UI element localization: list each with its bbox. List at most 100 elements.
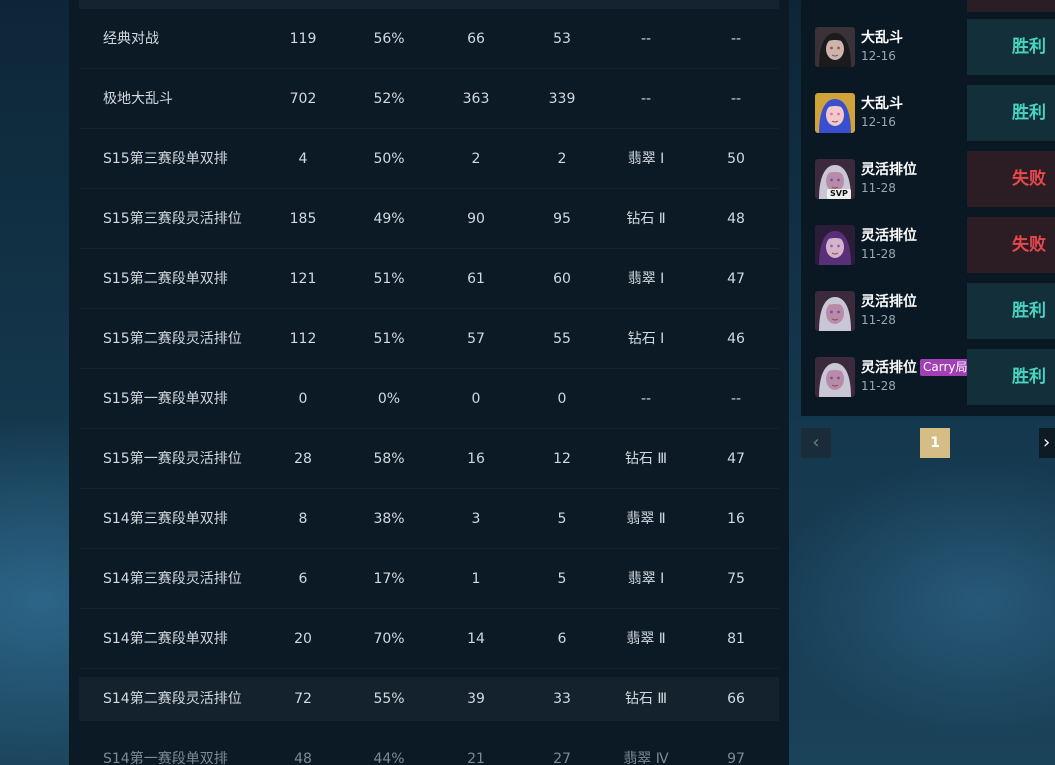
table-row[interactable]: S14第二赛段单双排 20 70% 14 6 翡翠 Ⅱ 81 — [79, 609, 779, 669]
match-date: 11-28 — [861, 313, 896, 327]
league-points-cell: 50 — [727, 151, 745, 167]
total-games-cell: 0 — [298, 391, 308, 407]
league-points-cell: 48 — [727, 211, 745, 227]
mode-name-cell: S15第三赛段单双排 — [103, 151, 228, 167]
match-result-label: 胜利 — [1012, 301, 1046, 321]
table-row[interactable]: S15第一赛段灵活排位 28 58% 16 12 钻石 Ⅲ 47 — [79, 429, 779, 489]
table-row[interactable]: S15第二赛段单双排 121 51% 61 60 翡翠 Ⅰ 47 — [79, 249, 779, 309]
mode-stats-panel: 经典对战 119 56% 66 53 -- -- 极地大乱斗 702 52% 363 339 -- -- S… — [69, 0, 789, 765]
league-points-cell: 66 — [727, 691, 745, 707]
carry-badge: Carry局 — [920, 359, 971, 376]
mode-name-cell: S14第一赛段单双排 — [103, 751, 228, 765]
wins-cell: 14 — [467, 631, 485, 647]
total-games-cell: 702 — [289, 91, 317, 107]
losses-cell: 27 — [553, 751, 571, 765]
match-mode: 灵活排位 — [861, 225, 917, 245]
win-rate-cell: 38% — [373, 511, 405, 527]
pagination: ‹ 1 › — [801, 428, 1055, 458]
match-result-badge: 失败 — [967, 217, 1055, 273]
wins-cell: 66 — [467, 31, 485, 47]
league-points-cell: -- — [730, 31, 742, 47]
match-result-badge: 失败 — [967, 151, 1055, 207]
league-points-cell: 46 — [727, 331, 745, 347]
match-mode: 大乱斗 — [861, 93, 903, 113]
match-list-item[interactable]: SVP 灵活排位 11-28 失败 — [801, 151, 1055, 207]
table-row[interactable]: S15第三赛段灵活排位 185 49% 90 95 钻石 Ⅱ 48 — [79, 189, 779, 249]
rank-tier-cell: 翡翠 Ⅰ — [627, 271, 665, 287]
match-date: 12-16 — [861, 115, 896, 129]
total-games-cell: 4 — [298, 151, 308, 167]
match-result-badge: 胜利 — [967, 283, 1055, 339]
table-row[interactable]: S14第三赛段灵活排位 6 17% 1 5 翡翠 Ⅰ 75 — [79, 549, 779, 609]
match-list-item[interactable]: 灵活排位 11-28 胜利 — [801, 283, 1055, 339]
losses-cell: 95 — [553, 211, 571, 227]
total-games-cell: 48 — [294, 751, 312, 765]
rank-tier-cell: 翡翠 Ⅳ — [623, 751, 669, 765]
match-result-badge: 胜利 — [967, 85, 1055, 141]
mode-name-cell: S15第三赛段灵活排位 — [103, 211, 242, 227]
match-result-badge: 胜利 — [967, 349, 1055, 405]
match-list-item[interactable]: 灵活排位 Carry局 11-28 胜利 — [801, 349, 1055, 405]
match-mode-label: 大乱斗 — [861, 96, 903, 112]
rank-tier-cell: -- — [640, 31, 652, 47]
league-points-cell: 47 — [727, 451, 745, 467]
win-rate-cell: 44% — [373, 751, 405, 765]
wins-cell: 1 — [471, 571, 481, 587]
wins-cell: 57 — [467, 331, 485, 347]
rank-tier-cell: 翡翠 Ⅰ — [627, 571, 665, 587]
match-list-item[interactable]: 大乱斗 12-16 胜利 — [801, 19, 1055, 75]
match-history-panel: 大乱斗 12-16 胜利 大乱斗 12-16 胜利 SVP 灵活排位 11-28 失败 灵活排位 11… — [801, 0, 1055, 416]
page-number-current[interactable]: 1 — [920, 428, 950, 458]
league-points-cell: 81 — [727, 631, 745, 647]
mode-name-cell: S14第三赛段单双排 — [103, 511, 228, 527]
league-points-cell: 75 — [727, 571, 745, 587]
table-row[interactable]: S14第三赛段单双排 8 38% 3 5 翡翠 Ⅱ 16 — [79, 489, 779, 549]
mode-name-cell: S14第三赛段灵活排位 — [103, 571, 242, 587]
losses-cell: 53 — [553, 31, 571, 47]
table-row[interactable]: S14第一赛段单双排 48 44% 21 27 翡翠 Ⅳ 97 — [79, 729, 779, 765]
match-date: 11-28 — [861, 181, 896, 195]
win-rate-cell: 51% — [373, 271, 405, 287]
rank-tier-cell: 钻石 Ⅱ — [626, 211, 666, 227]
losses-cell: 33 — [553, 691, 571, 707]
total-games-cell: 72 — [294, 691, 312, 707]
match-mode-label: 灵活排位 — [861, 162, 917, 178]
rank-tier-cell: 翡翠 Ⅰ — [627, 151, 665, 167]
wins-cell: 363 — [462, 91, 490, 107]
table-row[interactable]: 经典对战 119 56% 66 53 -- -- — [79, 9, 779, 69]
chevron-right-icon[interactable]: › — [1039, 428, 1055, 458]
table-row[interactable]: S15第一赛段单双排 0 0% 0 0 -- -- — [79, 369, 779, 429]
wins-cell: 3 — [471, 511, 481, 527]
win-rate-cell: 58% — [373, 451, 405, 467]
total-games-cell: 6 — [298, 571, 308, 587]
table-row[interactable]: S14第二赛段灵活排位 72 55% 39 33 钻石 Ⅲ 66 — [79, 677, 779, 721]
match-result-label: 失败 — [1012, 169, 1046, 189]
losses-cell: 339 — [548, 91, 576, 107]
wins-cell: 90 — [467, 211, 485, 227]
table-row[interactable]: 极地大乱斗 702 52% 363 339 -- -- — [79, 69, 779, 129]
win-rate-cell: 51% — [373, 331, 405, 347]
wins-cell: 39 — [467, 691, 485, 707]
mode-name-cell: S15第一赛段单双排 — [103, 391, 228, 407]
match-result-label: 胜利 — [1012, 103, 1046, 123]
match-result-label: 胜利 — [1012, 367, 1046, 387]
total-games-cell: 121 — [289, 271, 317, 287]
losses-cell: 5 — [557, 571, 567, 587]
chevron-left-icon[interactable]: ‹ — [801, 428, 831, 458]
match-mode-label: 大乱斗 — [861, 30, 903, 46]
match-list-item[interactable]: 灵活排位 11-28 失败 — [801, 217, 1055, 273]
match-result-label: 失败 — [1012, 235, 1046, 255]
previous-match-result-edge — [967, 0, 1055, 12]
total-games-cell: 112 — [289, 331, 317, 347]
mode-name-cell: S15第二赛段灵活排位 — [103, 331, 242, 347]
league-points-cell: -- — [730, 391, 742, 407]
win-rate-cell: 52% — [373, 91, 405, 107]
win-rate-cell: 50% — [373, 151, 405, 167]
table-row[interactable]: S15第三赛段单双排 4 50% 2 2 翡翠 Ⅰ 50 — [79, 129, 779, 189]
match-list-item[interactable]: 大乱斗 12-16 胜利 — [801, 85, 1055, 141]
wins-cell: 16 — [467, 451, 485, 467]
total-games-cell: 185 — [289, 211, 317, 227]
rank-tier-cell: 钻石 Ⅰ — [627, 331, 665, 347]
table-row[interactable]: S15第二赛段灵活排位 112 51% 57 55 钻石 Ⅰ 46 — [79, 309, 779, 369]
match-mode-label: 灵活排位 — [861, 228, 917, 244]
